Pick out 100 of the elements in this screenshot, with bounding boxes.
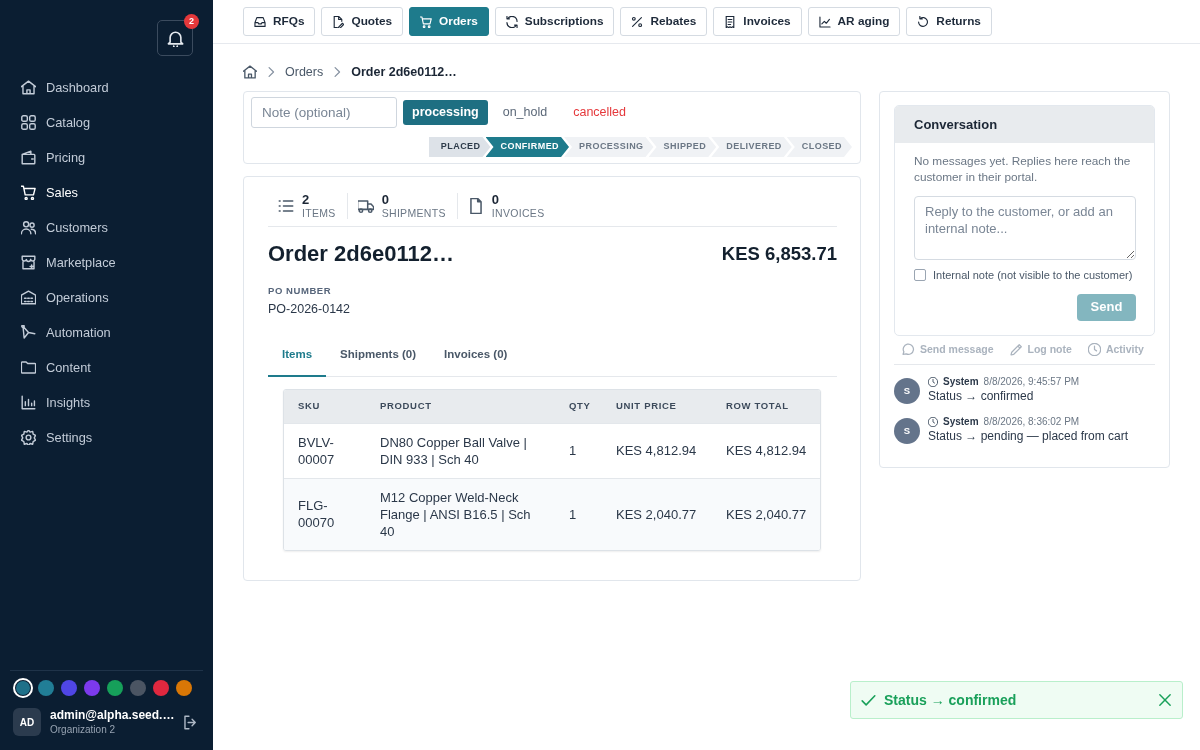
breadcrumb-current: Order 2d6e0112… <box>351 63 457 81</box>
notification-count: 2 <box>184 14 199 29</box>
sidebar-item[interactable]: Dashboard <box>0 70 213 105</box>
color-swatch-icon[interactable] <box>84 680 100 696</box>
activity-time: 8/8/2026, 9:45:57 PM <box>983 375 1080 389</box>
sidebar-item[interactable]: Catalog <box>0 105 213 140</box>
sidebar-item[interactable]: Pricing <box>0 140 213 175</box>
internal-note-checkbox[interactable] <box>914 269 926 282</box>
sidebar-item[interactable]: Content <box>0 350 213 385</box>
sidebar-item[interactable]: Customers <box>0 210 213 245</box>
section-tab[interactable]: Subscriptions <box>494 7 615 36</box>
organization-name: Organization 2 <box>50 723 117 736</box>
breadcrumb-link[interactable]: Orders <box>285 62 324 82</box>
pencil-icon <box>1009 342 1023 356</box>
chat-icon <box>902 342 915 356</box>
section-tab[interactable]: AR aging <box>807 7 901 36</box>
activity-author: System <box>943 375 979 389</box>
progress-step: SHIPPED <box>648 137 717 157</box>
sidebar-item[interactable]: Automation <box>0 315 213 350</box>
empty-message: No messages yet. Replies here reach the customer in their portal. <box>914 153 1132 185</box>
bell-icon <box>166 29 184 47</box>
order-tab[interactable]: Shipments (0) <box>326 334 431 377</box>
status-action-button[interactable]: on_hold <box>489 100 561 125</box>
people-icon <box>21 220 36 235</box>
sidebar-item[interactable]: Operations <box>0 280 213 315</box>
clock-icon <box>928 376 938 387</box>
settings-icon <box>21 430 36 445</box>
section-tab[interactable]: Quotes <box>321 7 404 36</box>
order-tab[interactable]: Items <box>268 334 327 377</box>
color-swatch-icon[interactable] <box>13 678 33 698</box>
file-pen-icon <box>332 15 345 28</box>
conversation-title: Conversation <box>914 115 998 134</box>
chevron-icon <box>265 66 277 78</box>
color-swatch-icon[interactable] <box>130 680 146 696</box>
section-tab[interactable]: Invoices <box>713 7 802 36</box>
receipt-icon <box>724 15 737 28</box>
color-swatch-icon[interactable] <box>38 680 54 696</box>
close-icon <box>1158 693 1172 707</box>
section-tab[interactable]: RFQs <box>243 7 316 36</box>
branch-icon <box>21 325 36 340</box>
user-email: admin@alpha.seed.… <box>50 708 175 723</box>
document-icon <box>467 198 484 214</box>
avatar-circle: S <box>894 378 920 405</box>
reply-field[interactable]: Reply to the customer, or add an internal note... <box>914 196 1136 260</box>
table-cell: KES 2,040.77 <box>712 478 820 550</box>
column-header: QTY <box>555 390 602 423</box>
order-total: KES 6,853.71 <box>721 242 837 266</box>
progress-step: PLACED <box>428 137 491 157</box>
refresh-icon <box>505 15 518 28</box>
color-swatch-icon[interactable] <box>61 680 77 696</box>
sidebar-item[interactable]: Marketplace <box>0 245 213 280</box>
close-button[interactable] <box>1158 693 1172 707</box>
clock-icon <box>928 416 938 427</box>
color-swatch-icon[interactable] <box>153 680 169 696</box>
checkbox-label: Internal note (not visible to the customer) <box>933 268 1133 283</box>
clock-icon <box>1087 342 1101 356</box>
avatar-circle: S <box>894 418 920 445</box>
home-icon[interactable] <box>243 65 257 79</box>
column-header: UNIT PRICE <box>602 390 712 423</box>
grid-icon <box>21 115 36 130</box>
column-header: ROW TOTAL <box>712 390 820 423</box>
activity-time: 8/8/2026, 8:36:02 PM <box>983 415 1080 429</box>
activity-text: Status → confirmed <box>928 388 1035 406</box>
building-icon <box>21 290 36 305</box>
stat-value: 0 <box>491 193 500 207</box>
po-number-label: PO NUMBER <box>268 283 333 298</box>
table-cell: FLG-00070 <box>284 478 366 550</box>
stat-value: 0 <box>381 193 390 207</box>
progress-step: CONFIRMED <box>485 137 570 157</box>
section-tab[interactable]: Rebates <box>620 7 708 36</box>
stat-label: INVOICES <box>491 207 545 219</box>
user-avatar: AD <box>13 708 41 736</box>
sidebar-item[interactable]: Settings <box>0 420 213 455</box>
storefront-icon <box>21 255 36 270</box>
note-field[interactable]: Note (optional) <box>251 97 397 128</box>
list-icon <box>278 198 294 214</box>
stat-label: ITEMS <box>302 207 336 219</box>
logout-button[interactable] <box>183 714 199 730</box>
status-action-button[interactable]: cancelled <box>562 100 637 125</box>
progress-step: CLOSED <box>786 137 852 157</box>
sidebar-item[interactable]: Sales <box>0 175 213 210</box>
section-tab[interactable]: Returns <box>906 7 992 36</box>
truck-icon <box>357 198 374 214</box>
activity-text: Status → pending — placed from cart <box>928 428 1129 446</box>
column-header: SKU <box>284 390 366 423</box>
po-number: PO-2026-0142 <box>268 301 351 318</box>
toast-message: Status → confirmed <box>884 690 1017 710</box>
order-title: Order 2d6e0112… <box>268 240 454 268</box>
order-tab[interactable]: Invoices (0) <box>430 334 522 377</box>
folder-icon <box>21 360 36 375</box>
wallet-icon <box>21 150 36 165</box>
color-swatch-icon[interactable] <box>176 680 192 696</box>
line-chart-icon <box>818 15 831 28</box>
status-action-button[interactable]: processing <box>403 100 488 125</box>
logout-icon <box>183 714 199 730</box>
sidebar-item[interactable]: Insights <box>0 385 213 420</box>
color-swatch-icon[interactable] <box>107 680 123 696</box>
inbox-icon <box>254 15 266 28</box>
table-cell: KES 2,040.77 <box>602 478 712 550</box>
section-tab[interactable]: Orders <box>409 7 489 36</box>
